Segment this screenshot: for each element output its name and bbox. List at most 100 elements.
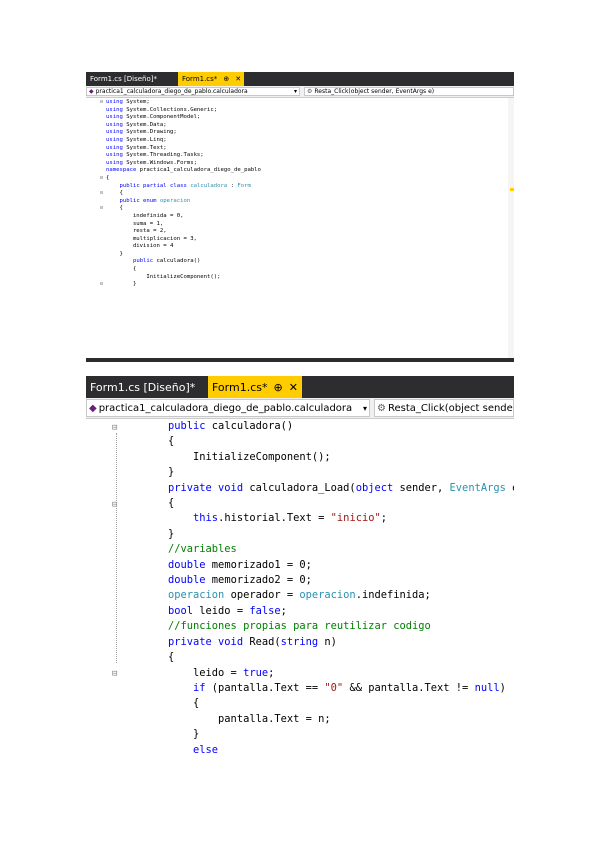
code-token: indefinida = 0, — [106, 212, 184, 219]
code-line: } — [86, 281, 514, 289]
code-token: string — [280, 635, 319, 648]
code-line: { — [86, 650, 514, 665]
class-icon: ◆ — [89, 88, 94, 95]
code-token: System.Threading.Tasks; — [122, 152, 204, 159]
class-dropdown[interactable]: ◆ practica1_calculadora_diego_de_pablo.c… — [86, 399, 370, 417]
code-line: //variables — [86, 542, 514, 557]
code-token: calculadora_Load( — [243, 481, 356, 494]
code-line: { — [86, 266, 514, 274]
code-area[interactable]: ⊟ ⊟ ⊟ public calculadora(){ InitializeCo… — [86, 419, 514, 756]
code-line: using System.Collections.Generic; — [86, 107, 514, 115]
class-icon: ◆ — [89, 402, 97, 414]
code-token: bool — [168, 604, 194, 617]
close-icon[interactable]: ✕ — [235, 75, 241, 83]
code-line: //funciones propias para reutilizar codi… — [86, 619, 514, 634]
code-token: } — [168, 466, 175, 479]
code-token: practica1_calculadora_diego_de_pablo — [136, 167, 261, 174]
code-line: private void calculadora_Load(object sen… — [86, 481, 514, 496]
code-line: { — [86, 496, 514, 511]
member-dropdown-value: Resta_Click(object sender, EventArgs e) — [314, 88, 435, 95]
code-line: { — [86, 696, 514, 711]
code-token: if — [193, 681, 206, 694]
code-token: public — [168, 420, 206, 432]
code-area[interactable]: ⊟ ⊟ ⊟ ⊟ ⊟ using System; using System.Coll… — [86, 98, 514, 361]
code-token: .indefinida; — [355, 589, 431, 602]
code-line: suma = 1, — [86, 221, 514, 229]
code-token: && pantalla.Text != — [343, 681, 475, 694]
code-token: InitializeComponent(); — [168, 450, 331, 463]
code-line: resta = 2, — [86, 228, 514, 236]
code-editor-screenshot-bottom: Form1.cs [Diseño]* Form1.cs* ⊕ ✕ ◆ pract… — [86, 376, 514, 756]
horizontal-scrollbar[interactable] — [86, 358, 514, 362]
code-token: Form — [237, 182, 251, 189]
code-token: System.Linq; — [122, 136, 167, 143]
code-line: using System.Windows.Forms; — [86, 160, 514, 168]
pin-icon[interactable]: ⊕ — [223, 75, 229, 83]
code-editor-screenshot-top: Form1.cs [Diseño]* Form1.cs* ⊕ ✕ ◆ pract… — [86, 72, 514, 362]
code-line: multiplicacion = 3, — [86, 236, 514, 244]
code-token: public enum — [119, 197, 157, 204]
code-line: public calculadora() — [86, 419, 514, 434]
document-tab-bar: Form1.cs [Diseño]* Form1.cs* ⊕ ✕ — [86, 72, 514, 86]
code-token: false — [249, 604, 281, 617]
member-dropdown[interactable]: ⚙ Resta_Click(object sender, Ev — [374, 399, 514, 417]
code-line: else — [86, 743, 514, 756]
code-line: { — [86, 190, 514, 198]
code-token: System.Drawing; — [122, 129, 177, 136]
code-token: .historial.Text = — [218, 512, 331, 525]
code-token: Read( — [243, 635, 281, 648]
member-dropdown[interactable]: ⚙ Resta_Click(object sender, EventArgs e… — [304, 87, 514, 96]
code-token: InitializeComponent(); — [106, 273, 221, 280]
code-token: { — [168, 697, 200, 710]
code-token: private void — [168, 635, 244, 648]
pin-icon[interactable]: ⊕ — [273, 381, 282, 394]
class-dropdown-value: practica1_calculadora_diego_de_pablo.cal… — [98, 402, 353, 414]
code-line: public calculadora() — [86, 258, 514, 266]
code-token: multiplicacion = 3, — [106, 235, 197, 242]
code-line: namespace practica1_calculadora_diego_de… — [86, 167, 514, 175]
code-line: private void Read(string n) — [86, 635, 514, 650]
code-line: indefinida = 0, — [86, 213, 514, 221]
code-token: true — [243, 666, 269, 679]
code-line: using System.Drawing; — [86, 129, 514, 137]
code-token: { — [168, 435, 175, 448]
code-line: division = 4 — [86, 243, 514, 251]
code-token: calculadora — [190, 182, 228, 189]
code-token: public — [132, 258, 154, 265]
code-token: { — [106, 266, 137, 273]
tab-form-design[interactable]: Form1.cs [Diseño]* — [86, 72, 162, 86]
class-dropdown-value: practica1_calculadora_diego_de_pablo.cal… — [95, 88, 248, 95]
code-token: using — [106, 144, 123, 151]
code-token: { — [106, 174, 110, 181]
code-line: using System.Data; — [86, 122, 514, 130]
code-token: //funciones propias para reutilizar codi… — [168, 620, 431, 633]
code-token: resta = 2, — [106, 228, 167, 235]
close-icon[interactable]: ✕ — [289, 381, 298, 394]
code-token: private void — [168, 481, 244, 494]
code-token: operacion — [159, 197, 191, 204]
class-dropdown[interactable]: ◆ practica1_calculadora_diego_de_pablo.c… — [86, 87, 300, 96]
code-token: ) — [499, 681, 506, 694]
code-token: else — [193, 743, 219, 756]
code-line: using System.ComponentModel; — [86, 114, 514, 122]
code-token: double — [168, 558, 206, 571]
code-token: using — [106, 114, 123, 121]
code-token: leido = — [168, 666, 244, 679]
code-token: calculadora() — [205, 420, 294, 432]
tab-form-code[interactable]: Form1.cs* ⊕ ✕ — [178, 72, 244, 86]
tab-form-code[interactable]: Form1.cs* ⊕ ✕ — [208, 376, 302, 398]
code-token: using — [106, 129, 123, 136]
tab-label: Form1.cs* — [182, 75, 218, 83]
code-line: { — [86, 434, 514, 449]
code-token: using — [106, 152, 123, 159]
code-token: leido = — [193, 604, 250, 617]
code-line: { — [86, 175, 514, 183]
code-token: using — [106, 99, 123, 105]
code-line: double memorizado1 = 0; — [86, 558, 514, 573]
code-token: { — [168, 497, 175, 510]
code-token: e) — [506, 482, 514, 494]
tab-form-design[interactable]: Form1.cs [Diseño]* — [86, 376, 200, 398]
code-line: pantalla.Text = n; — [86, 712, 514, 727]
document-tab-bar: Form1.cs [Diseño]* Form1.cs* ⊕ ✕ — [86, 376, 514, 398]
